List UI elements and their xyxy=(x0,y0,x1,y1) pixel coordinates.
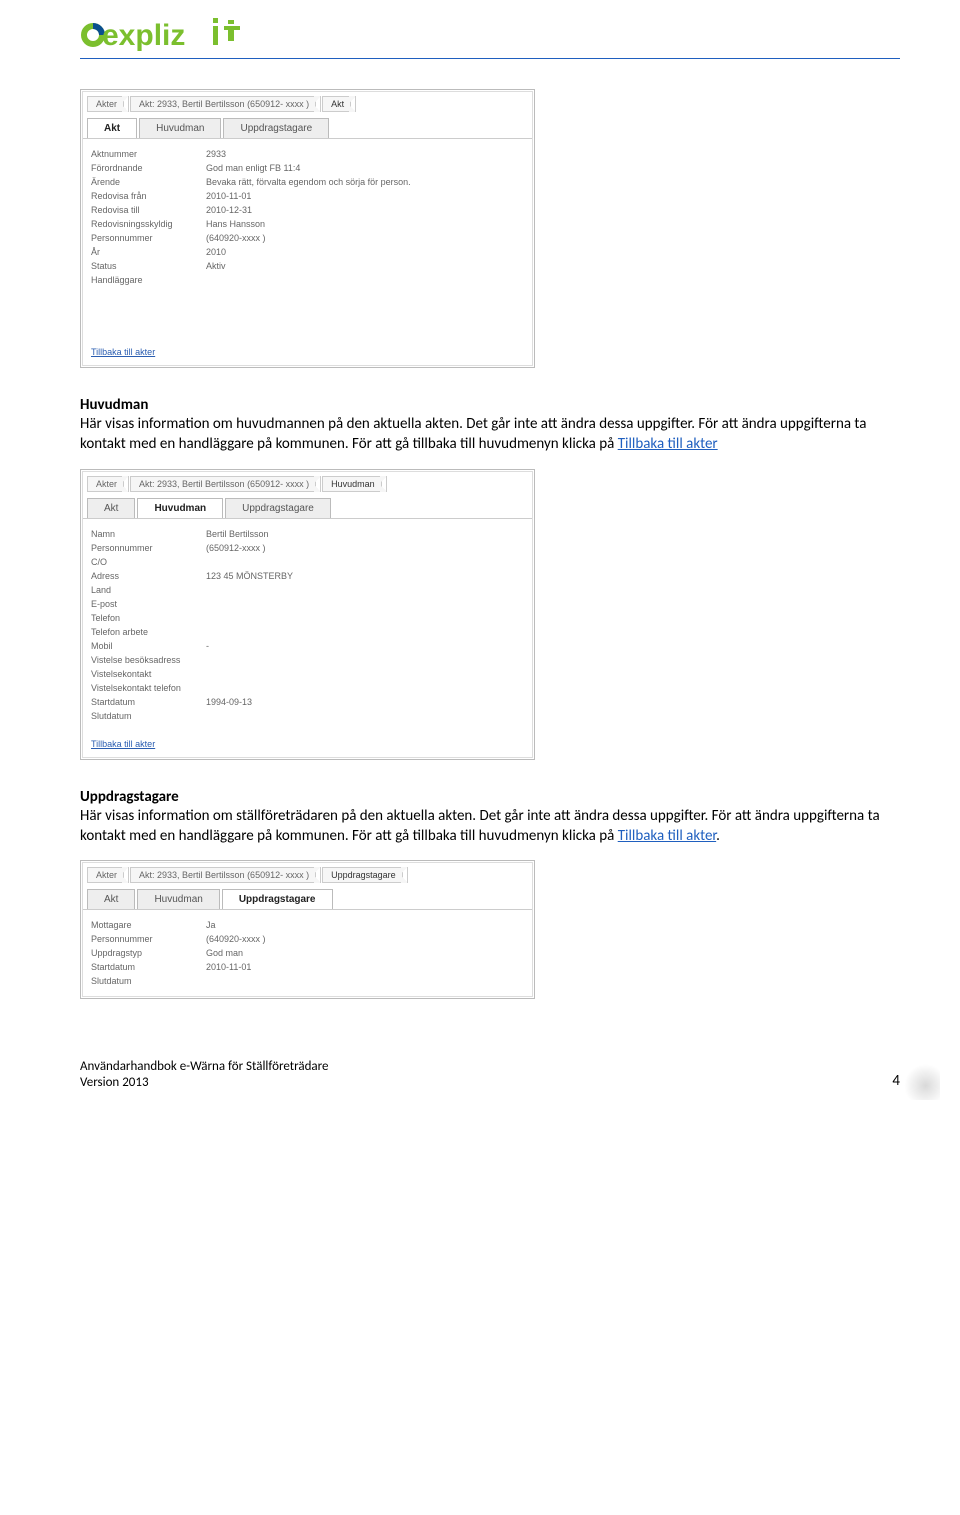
field-label: Slutdatum xyxy=(91,711,206,721)
fields: NamnBertil Bertilsson Personnummer(65091… xyxy=(83,519,532,731)
field-label: Mottagare xyxy=(91,920,206,930)
fields: MottagareJa Personnummer(640920-xxxx ) U… xyxy=(83,910,532,996)
tab-huvudman[interactable]: Huvudman xyxy=(139,118,221,138)
section-body-huvudman: Här visas information om huvudmannen på … xyxy=(80,414,900,455)
page-number: 4 xyxy=(892,1072,900,1090)
logo: expliz xyxy=(80,12,900,54)
breadcrumb: Akter Akt: 2933, Bertil Bertilsson (6509… xyxy=(83,472,532,492)
breadcrumb-item: Akt xyxy=(322,96,351,112)
fields: Aktnummer2933 FörordnandeGod man enligt … xyxy=(83,139,532,295)
field-label: E-post xyxy=(91,599,206,609)
field-value: 2010-12-31 xyxy=(206,205,252,215)
field-value: 2010-11-01 xyxy=(206,191,251,201)
breadcrumb-item[interactable]: Akt: 2933, Bertil Bertilsson (650912- xx… xyxy=(130,96,316,112)
field-value: 1994-09-13 xyxy=(206,697,252,707)
page-footer: Användarhandbok e-Wärna för Ställföreträ… xyxy=(80,1059,900,1090)
field-value: Bevaka rätt, förvalta egendom och sörja … xyxy=(206,177,411,187)
breadcrumb-item[interactable]: Akter xyxy=(87,96,124,112)
field-label: Aktnummer xyxy=(91,149,206,159)
field-label: Ärende xyxy=(91,177,206,187)
field-value: Aktiv xyxy=(206,261,226,271)
field-label: Personnummer xyxy=(91,934,206,944)
field-label: Status xyxy=(91,261,206,271)
field-label: C/O xyxy=(91,557,206,567)
breadcrumb-item: Huvudman xyxy=(322,476,382,492)
section-body-uppdragstagare: Här visas information om ställföreträdar… xyxy=(80,806,900,847)
field-value: God man xyxy=(206,948,243,958)
tabs: Akt Huvudman Uppdragstagare xyxy=(83,492,532,519)
field-label: Uppdragstyp xyxy=(91,948,206,958)
tabs: Akt Huvudman Uppdragstagare xyxy=(83,883,532,910)
inline-link-tillbaka[interactable]: Tillbaka till akter xyxy=(618,827,716,845)
footer-title: Användarhandbok e-Wärna för Ställföreträ… xyxy=(80,1059,328,1075)
field-label: Mobil xyxy=(91,641,206,651)
tab-uppdragstagare[interactable]: Uppdragstagare xyxy=(225,498,331,518)
field-value: 2010 xyxy=(206,247,226,257)
field-label: Personnummer xyxy=(91,543,206,553)
field-label: Förordnande xyxy=(91,163,206,173)
tab-uppdragstagare[interactable]: Uppdragstagare xyxy=(223,118,329,138)
field-label: Slutdatum xyxy=(91,976,206,986)
field-value: Hans Hansson xyxy=(206,219,265,229)
section-heading-uppdragstagare: Uppdragstagare xyxy=(80,788,900,806)
breadcrumb-item[interactable]: Akter xyxy=(87,867,124,883)
field-label: Land xyxy=(91,585,206,595)
field-value: Ja xyxy=(206,920,216,930)
field-value: Bertil Bertilsson xyxy=(206,529,269,539)
field-label: Redovisa till xyxy=(91,205,206,215)
field-value: 2933 xyxy=(206,149,226,159)
field-label: Personnummer xyxy=(91,233,206,243)
field-label: Startdatum xyxy=(91,697,206,707)
panel-huvudman: Akter Akt: 2933, Bertil Bertilsson (6509… xyxy=(80,469,535,760)
breadcrumb-item[interactable]: Akter xyxy=(87,476,124,492)
svg-text:expliz: expliz xyxy=(102,19,185,52)
field-label: Redovisningsskyldig xyxy=(91,219,206,229)
back-link[interactable]: Tillbaka till akter xyxy=(91,739,155,749)
field-value: God man enligt FB 11:4 xyxy=(206,163,300,173)
field-label: Namn xyxy=(91,529,206,539)
inline-link-tillbaka[interactable]: Tillbaka till akter xyxy=(618,435,718,453)
field-value: (640920-xxxx ) xyxy=(206,233,266,243)
field-value: 2010-11-01 xyxy=(206,962,251,972)
tab-akt[interactable]: Akt xyxy=(87,118,137,138)
panel-uppdragstagare: Akter Akt: 2933, Bertil Bertilsson (6509… xyxy=(80,860,535,999)
breadcrumb-item: Uppdragstagare xyxy=(322,867,403,883)
back-link-row: Tillbaka till akter xyxy=(83,339,532,365)
field-value: - xyxy=(206,641,209,651)
section-text-period: . xyxy=(716,827,720,845)
field-label: Vistelsekontakt telefon xyxy=(91,683,206,693)
back-link-row: Tillbaka till akter xyxy=(83,731,532,757)
field-value: (640920-xxxx ) xyxy=(206,934,266,944)
field-value: (650912-xxxx ) xyxy=(206,543,266,553)
field-label: Telefon xyxy=(91,613,206,623)
field-value: 123 45 MÖNSTERBY xyxy=(206,571,293,581)
field-label: Telefon arbete xyxy=(91,627,206,637)
breadcrumb: Akter Akt: 2933, Bertil Bertilsson (6509… xyxy=(83,92,532,112)
field-label: Handläggare xyxy=(91,275,206,285)
section-text: Här visas information om ställföreträdar… xyxy=(80,807,880,845)
section-heading-huvudman: Huvudman xyxy=(80,396,900,414)
corner-shadow xyxy=(904,1064,940,1100)
breadcrumb: Akter Akt: 2933, Bertil Bertilsson (6509… xyxy=(83,863,532,883)
tab-uppdragstagare[interactable]: Uppdragstagare xyxy=(222,889,333,909)
footer-version: Version 2013 xyxy=(80,1075,328,1091)
field-label: Adress xyxy=(91,571,206,581)
logo-svg: expliz xyxy=(80,12,255,54)
breadcrumb-item[interactable]: Akt: 2933, Bertil Bertilsson (650912- xx… xyxy=(130,476,316,492)
panel-akt: Akter Akt: 2933, Bertil Bertilsson (6509… xyxy=(80,89,535,368)
field-label: Vistelse besöksadress xyxy=(91,655,206,665)
field-label: År xyxy=(91,247,206,257)
tab-akt[interactable]: Akt xyxy=(87,498,135,518)
header-rule xyxy=(80,58,900,59)
field-label: Vistelsekontakt xyxy=(91,669,206,679)
section-text: Här visas information om huvudmannen på … xyxy=(80,415,866,453)
field-label: Startdatum xyxy=(91,962,206,972)
field-label: Redovisa från xyxy=(91,191,206,201)
tab-huvudman[interactable]: Huvudman xyxy=(137,889,219,909)
tabs: Akt Huvudman Uppdragstagare xyxy=(83,112,532,139)
tab-akt[interactable]: Akt xyxy=(87,889,135,909)
back-link[interactable]: Tillbaka till akter xyxy=(91,347,155,357)
tab-huvudman[interactable]: Huvudman xyxy=(137,498,223,518)
breadcrumb-item[interactable]: Akt: 2933, Bertil Bertilsson (650912- xx… xyxy=(130,867,316,883)
